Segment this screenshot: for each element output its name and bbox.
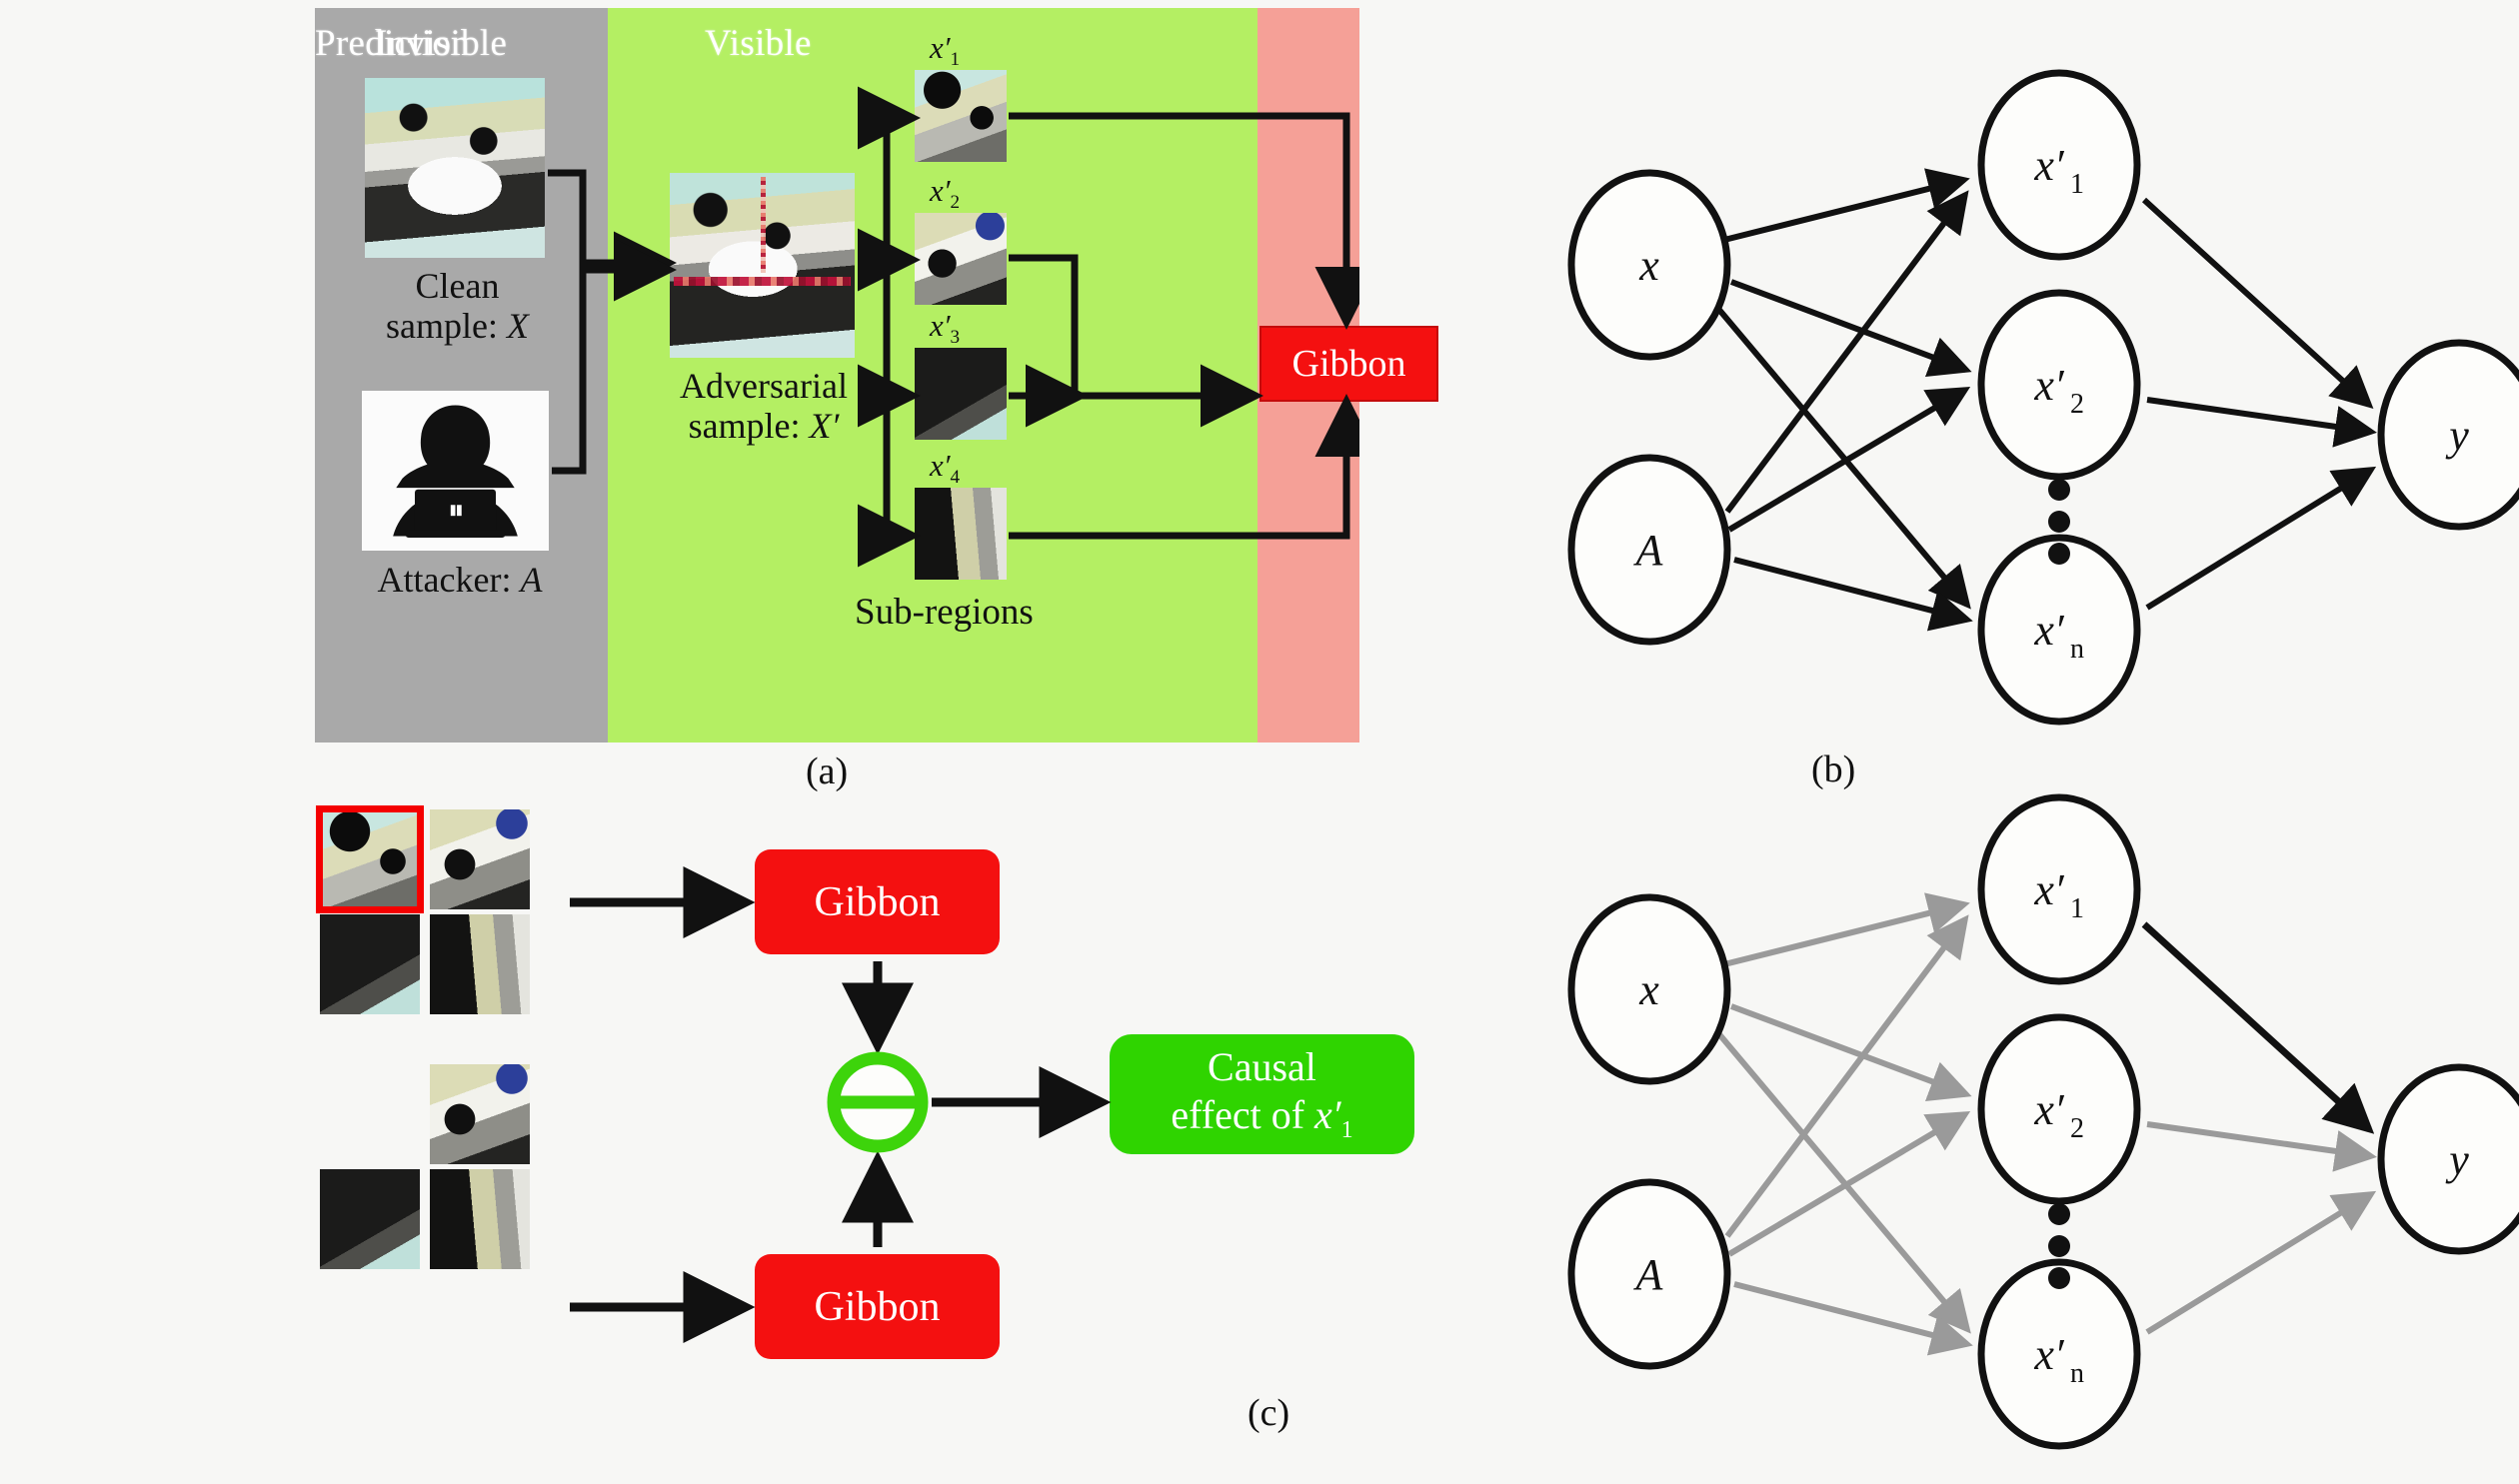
node-label-x: x xyxy=(1638,965,1659,1014)
panel-tag-a: (a) xyxy=(806,750,849,792)
node-sub-x2: 2 xyxy=(2070,1113,2084,1144)
causal-effect-box: Causal effect of x′1 xyxy=(1110,1034,1414,1154)
subregion-tile-top-2[interactable] xyxy=(430,809,530,909)
sub-region-image-2 xyxy=(915,213,1007,305)
clean-sample-image xyxy=(365,78,545,258)
prediction-gibbon-label: Gibbon xyxy=(1291,343,1406,385)
panel-c: Gibbon Gibbon Causal effect of x′1 xyxy=(300,789,1419,1389)
adversarial-symbol: X′ xyxy=(809,406,840,447)
figure-root: Invisible Visible Prediction Clean sampl… xyxy=(0,0,2519,1471)
node-label-xn: x′ xyxy=(2033,1330,2065,1379)
hacker-icon xyxy=(393,405,518,539)
sub-region-label-1-sub: 1 xyxy=(950,49,961,71)
panel-d-ellipsis xyxy=(2048,1203,2070,1289)
sub-region-label-3: x′3 xyxy=(930,308,960,349)
gibbon-box-bottom: Gibbon xyxy=(755,1254,1000,1359)
gibbon-label-bottom: Gibbon xyxy=(814,1283,941,1330)
panel-d-edge-highlighted xyxy=(2141,921,2375,1134)
perturbation-horizontal xyxy=(673,276,852,286)
sub-region-label-4-base: x′ xyxy=(930,448,951,483)
causal-line2: effect of xyxy=(1171,1092,1315,1138)
sub-region-label-3-sub: 3 xyxy=(950,327,961,349)
node-sub-x1: 1 xyxy=(2070,169,2084,200)
sub-region-image-1 xyxy=(915,70,1007,162)
attacker-caption: Attacker: A xyxy=(330,560,590,600)
node-sub-x1: 1 xyxy=(2070,893,2084,924)
causal-sub: 1 xyxy=(1340,1117,1353,1144)
clean-sample-caption-line1: Clean xyxy=(415,266,500,306)
panel-d: x A x′ 1 x′ 2 x′ n y xyxy=(1399,784,2519,1484)
attacker-symbol: A xyxy=(520,560,543,600)
causal-symbol: x′ xyxy=(1314,1092,1341,1138)
node-label-x1: x′ xyxy=(2033,141,2065,190)
subregion-tile-top-1[interactable] xyxy=(316,805,424,913)
sub-region-label-2-base: x′ xyxy=(930,173,951,208)
causal-line1: Causal xyxy=(1208,1044,1316,1090)
subregion-tile-bottom-4[interactable] xyxy=(430,1169,530,1269)
sub-regions-caption: Sub-regions xyxy=(855,592,1034,633)
adversarial-sample-image xyxy=(670,173,855,358)
node-sub-xn: n xyxy=(2070,634,2084,665)
sub-region-label-2-sub: 2 xyxy=(950,192,961,214)
perturbation-vertical xyxy=(760,176,766,273)
adversarial-caption-line1: Adversarial xyxy=(680,366,848,406)
panel-tag-c: (c) xyxy=(1248,1392,1290,1434)
node-label-A: A xyxy=(1633,1250,1664,1299)
gibbon-box-top: Gibbon xyxy=(755,849,1000,954)
subregion-tile-bottom-2[interactable] xyxy=(430,1064,530,1164)
minus-operator-circle xyxy=(827,1051,929,1153)
adversarial-caption: Adversarial sample: X′ xyxy=(650,366,878,447)
panel-d-graph: x A x′ 1 x′ 2 x′ n y xyxy=(1567,793,2519,1450)
node-sub-x2: 2 xyxy=(2070,389,2084,420)
node-label-y: y xyxy=(2445,1135,2469,1184)
attacker-caption-text: Attacker: xyxy=(377,560,521,600)
sub-region-image-4 xyxy=(915,488,1007,580)
gibbon-label-top: Gibbon xyxy=(814,878,941,925)
sub-region-label-4: x′4 xyxy=(930,448,960,489)
adversarial-caption-line2: sample: xyxy=(688,406,810,447)
panel-b: x A x′ 1 x′ 2 x′ n y xyxy=(1399,60,2519,759)
sub-region-label-1: x′1 xyxy=(930,30,960,71)
node-label-A: A xyxy=(1633,526,1664,575)
sub-region-image-3 xyxy=(915,348,1007,440)
node-label-x1: x′ xyxy=(2033,865,2065,914)
attacker-image xyxy=(362,391,549,551)
sub-region-label-3-base: x′ xyxy=(930,308,951,343)
panel-b-graph: x A x′ 1 x′ 2 x′ n y xyxy=(1567,69,2519,726)
node-label-xn: x′ xyxy=(2033,606,2065,655)
band-title-prediction: Prediction xyxy=(315,23,471,64)
node-label-x: x xyxy=(1638,241,1659,290)
subregion-tile-top-3[interactable] xyxy=(320,914,420,1014)
node-label-x2: x′ xyxy=(2033,361,2065,410)
sub-region-label-1-base: x′ xyxy=(930,30,951,65)
clean-sample-symbol: X xyxy=(506,306,529,347)
clean-sample-caption-line2: sample: xyxy=(386,306,507,347)
node-sub-xn: n xyxy=(2070,1358,2084,1389)
panel-b-ellipsis xyxy=(2048,479,2070,565)
band-title-visible: Visible xyxy=(705,23,812,64)
node-label-y: y xyxy=(2445,411,2469,460)
subregion-tile-bottom-3[interactable] xyxy=(320,1169,420,1269)
sub-region-label-4-sub: 4 xyxy=(950,467,961,489)
panel-a: Invisible Visible Prediction Clean sampl… xyxy=(315,8,1438,742)
sub-region-label-2: x′2 xyxy=(930,173,960,214)
node-label-x2: x′ xyxy=(2033,1085,2065,1134)
subregion-tile-top-4[interactable] xyxy=(430,914,530,1014)
clean-sample-caption: Clean sample: X xyxy=(340,266,575,347)
